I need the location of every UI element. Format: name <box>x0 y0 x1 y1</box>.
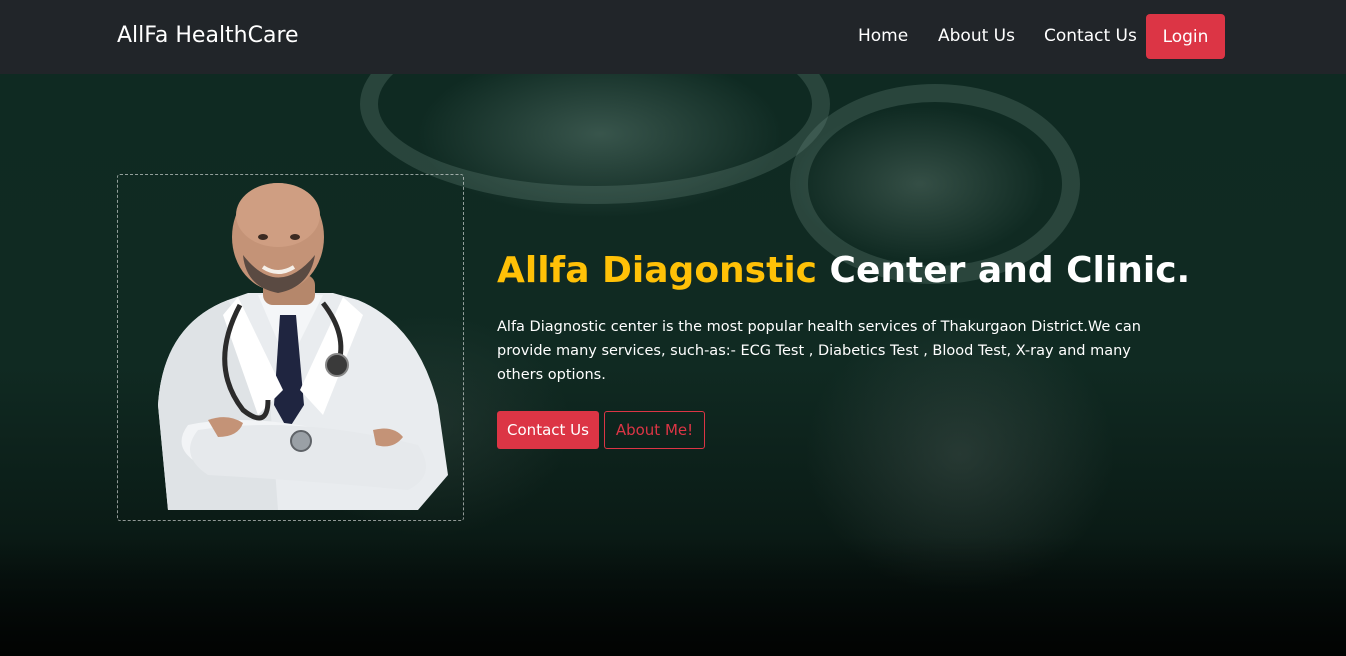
headline-rest: Center and Clinic. <box>817 250 1191 291</box>
hero-description: Alfa Diagnostic center is the most popul… <box>497 319 1141 383</box>
hero-headline: Allfa Diagonstic Center and Clinic. <box>497 250 1190 291</box>
headline-highlight: Allfa Diagonstic <box>497 250 817 291</box>
about-me-button[interactable]: About Me! <box>604 411 705 449</box>
hero-bottom-shade <box>0 536 1346 656</box>
doctor-photo-frame <box>117 174 464 521</box>
nav-about-link[interactable]: About Us <box>938 26 1015 46</box>
nav-contact-link[interactable]: Contact Us <box>1044 26 1137 46</box>
brand-logo-text[interactable]: AllFa HealthCare <box>117 23 299 48</box>
contact-us-button[interactable]: Contact Us <box>497 411 599 449</box>
login-button[interactable]: Login <box>1146 14 1225 59</box>
nav-home-link[interactable]: Home <box>858 26 908 46</box>
doctor-portrait-image <box>158 183 448 510</box>
top-navbar: AllFa HealthCare Home About Us Contact U… <box>0 0 1346 74</box>
